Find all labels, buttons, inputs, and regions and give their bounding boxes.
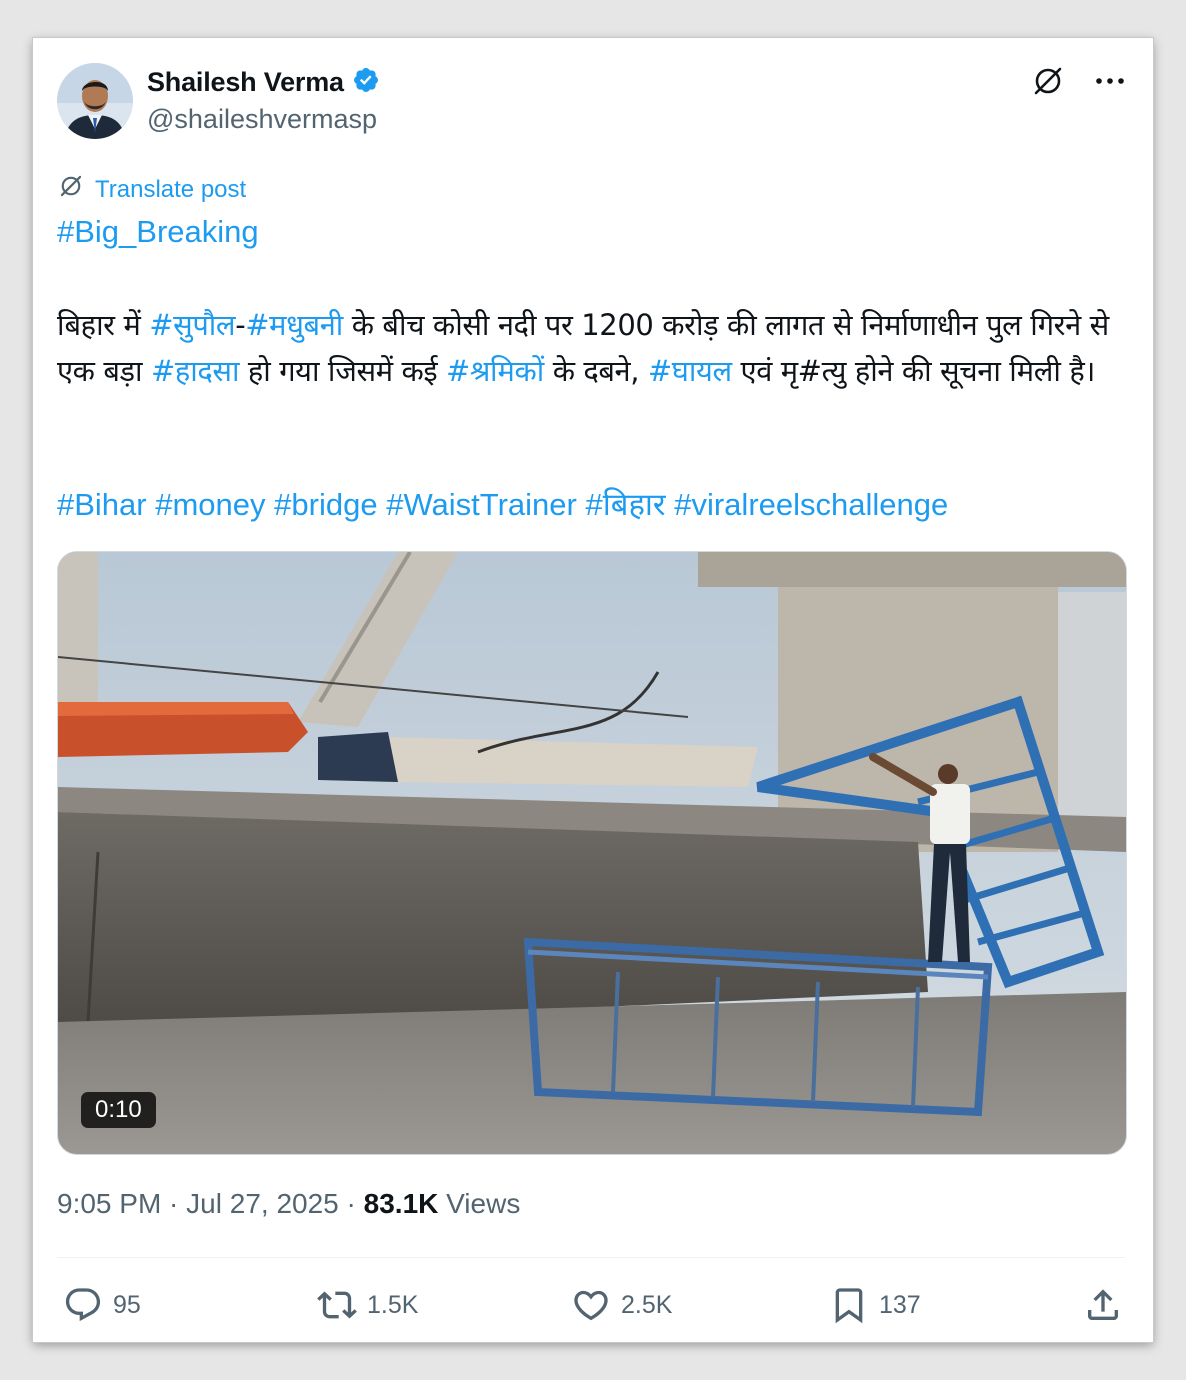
post-date[interactable]: Jul 27, 2025 [186,1188,339,1220]
avatar-image [57,63,133,139]
verified-badge-icon [352,66,380,99]
divider [57,1257,1125,1258]
bookmark-button[interactable]: 137 [829,1283,921,1327]
tweet-action-bar: 95 1.5K 2.5K 137 [63,1283,1123,1327]
hashtag-list: #Bihar #money #bridge #WaistTrainer #बिह… [57,483,948,525]
translate-post-label: Translate post [95,175,247,203]
meta-separator: · [338,1188,364,1219]
meta-separator: · [161,1188,187,1219]
body-text-segment: हो गया जिसमें कई [239,354,447,388]
bookmark-icon [829,1285,869,1325]
reply-count: 95 [113,1290,141,1319]
author-handle[interactable]: @shaileshvermasp [147,104,377,135]
hashtag-viralreelschallenge[interactable]: #viralreelschallenge [674,487,948,522]
author-display-name[interactable]: Shailesh Verma [147,67,344,98]
video-duration-badge: 0:10 [81,1092,156,1128]
share-icon [1083,1285,1123,1325]
views-label: Views [438,1188,521,1219]
hashtag-big-breaking[interactable]: #Big_Breaking [57,214,259,250]
tweet-card: Shailesh Verma @shaileshvermasp Translat… [33,38,1153,1342]
repost-count: 1.5K [367,1290,419,1319]
repost-button[interactable]: 1.5K [317,1283,418,1327]
tweet-top-actions [1031,64,1125,98]
hashtag-bihar-hindi[interactable]: #बिहार [585,487,665,522]
like-button[interactable]: 2.5K [571,1283,672,1327]
hashtag-bridge[interactable]: #bridge [274,487,377,522]
body-text-segment: बिहार में [57,308,150,342]
translate-post-link[interactable]: Translate post [57,172,246,207]
hashtag-shramikon[interactable]: #श्रमिकों [446,354,544,388]
tweet-metadata: 9:05 PM · Jul 27, 2025 · 83.1K Views [57,1188,520,1220]
views-count: 83.1K [363,1188,439,1219]
bookmark-count: 137 [879,1290,921,1319]
like-count: 2.5K [621,1290,673,1319]
video-thumbnail [58,552,1126,1154]
hashtag-supaul[interactable]: #सुपौल [149,308,235,342]
more-options-icon[interactable] [1095,76,1125,86]
heart-icon [571,1285,611,1325]
body-text-segment: के दबने, [543,354,648,388]
translate-icon [57,172,85,207]
reply-icon [63,1285,103,1325]
tweet-body: बिहार में #सुपौल-#मधुबनी के बीच कोसी नदी… [57,302,1117,394]
avatar[interactable] [57,63,133,139]
hashtag-madhubani[interactable]: #मधुबनी [245,308,343,342]
repost-icon [317,1285,357,1325]
hashtag-waisttrainer[interactable]: #WaistTrainer [386,487,577,522]
body-text-segment: - [235,308,246,342]
video-player[interactable]: 0:10 [57,551,1127,1155]
hashtag-bihar[interactable]: #Bihar [57,487,147,522]
post-time[interactable]: 9:05 PM [57,1188,161,1220]
reply-button[interactable]: 95 [63,1283,141,1327]
grok-icon[interactable] [1031,64,1065,98]
share-button[interactable] [1083,1283,1123,1327]
body-text-segment: एवं मृ#त्यु होने की सूचना मिली है। [731,354,1096,388]
hashtag-hadsa[interactable]: #हादसा [151,354,240,388]
hashtag-ghayal[interactable]: #घायल [648,354,732,388]
author-name-row[interactable]: Shailesh Verma [147,66,380,99]
hashtag-money[interactable]: #money [155,487,265,522]
